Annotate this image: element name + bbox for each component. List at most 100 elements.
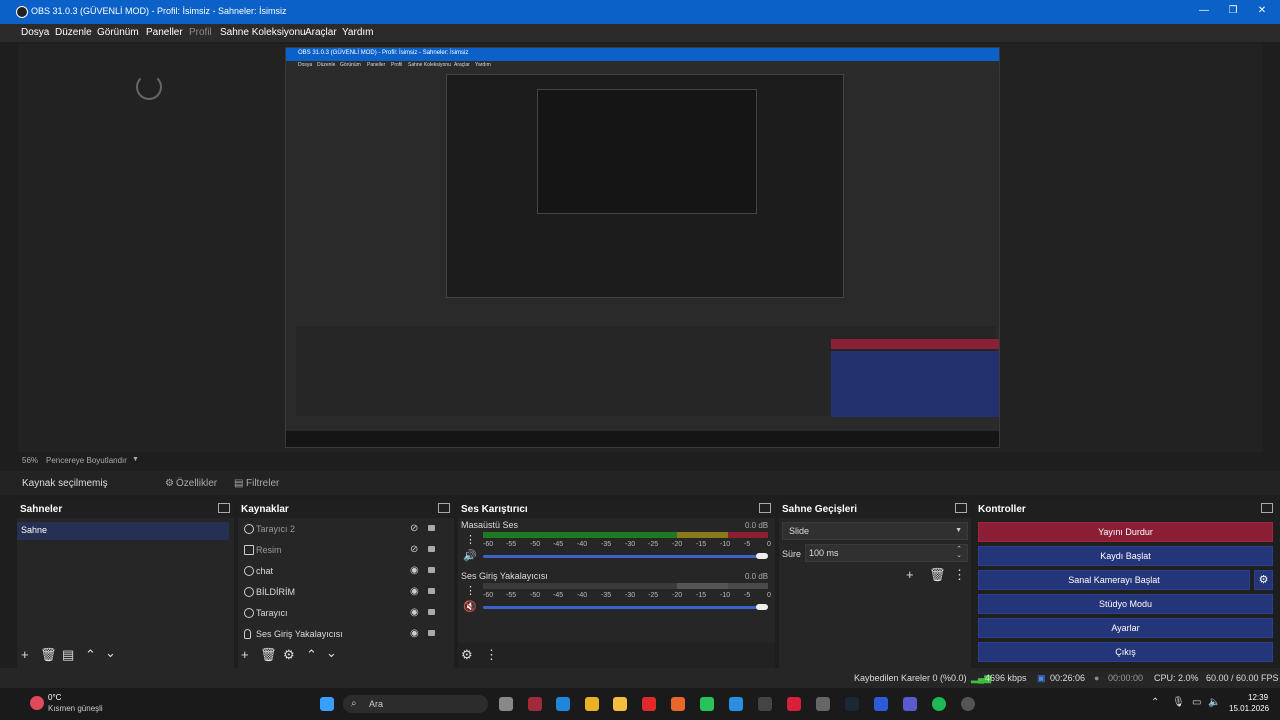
add-icon[interactable]: + (21, 648, 29, 661)
epic-games-icon[interactable] (758, 697, 772, 711)
source-item[interactable]: BİLDİRİM ◉ (242, 583, 445, 604)
lock-icon[interactable] (428, 567, 435, 573)
microphone-icon[interactable]: 🎙 (1172, 697, 1185, 708)
windows-start-icon[interactable] (320, 697, 334, 711)
trash-icon[interactable]: 🗑 (929, 568, 946, 581)
clock-time[interactable]: 12:39 (1248, 693, 1268, 702)
undock-icon[interactable] (1261, 503, 1273, 513)
filter-icon[interactable]: ▤ (62, 648, 74, 661)
chevron-down-icon[interactable]: ⌄ (105, 646, 116, 659)
eye-icon[interactable]: ◉ (410, 628, 419, 639)
volume-slider-handle[interactable] (756, 604, 768, 610)
eye-hidden-icon[interactable]: ⊘ (410, 523, 418, 534)
source-item[interactable]: Ses Giriş Yakalayıcısı ◉ (242, 625, 445, 646)
task-view-icon[interactable] (499, 697, 513, 711)
exit-button[interactable]: Çıkış (978, 642, 1273, 662)
steam-icon[interactable] (845, 697, 859, 711)
app-icon[interactable] (787, 697, 801, 711)
window-title-bar[interactable]: OBS 31.0.3 (GÜVENLİ MOD) - Profil: İsims… (0, 0, 1280, 24)
settings-button[interactable]: Ayarlar (978, 618, 1273, 638)
eye-hidden-icon[interactable]: ⊘ (410, 544, 418, 555)
gear-icon[interactable]: ⚙ (461, 648, 473, 661)
chrome-icon[interactable] (585, 697, 599, 711)
edge-icon[interactable] (556, 697, 570, 711)
chevron-down-icon[interactable]: ⌄ (956, 551, 962, 559)
properties-button[interactable]: Özellikler (176, 478, 217, 489)
zoom-icon[interactable] (874, 697, 888, 711)
kebab-menu-icon[interactable]: ⋮ (465, 585, 476, 598)
add-icon[interactable]: + (906, 568, 914, 581)
filters-button[interactable]: Filtreler (246, 478, 279, 489)
speaker-icon[interactable]: 🔊 (463, 550, 477, 563)
weather-desc[interactable]: Kısmen güneşli (48, 704, 103, 713)
kebab-menu-icon[interactable]: ⋮ (465, 534, 476, 547)
duration-spinbox[interactable]: 100 ms ⌃ ⌄ (805, 544, 968, 562)
scene-item[interactable]: Sahne (17, 522, 229, 540)
undock-icon[interactable] (955, 503, 967, 513)
youtube-icon[interactable] (642, 697, 656, 711)
whatsapp-icon[interactable] (700, 697, 714, 711)
volume-slider[interactable] (483, 555, 768, 558)
lock-icon[interactable] (428, 546, 435, 552)
chevron-up-icon[interactable]: ⌃ (85, 648, 96, 661)
undock-icon[interactable] (438, 503, 450, 513)
obs-icon[interactable] (961, 697, 975, 711)
close-button[interactable]: ✕ (1252, 5, 1272, 16)
weather-temp[interactable]: 0°C (48, 693, 61, 702)
undock-icon[interactable] (218, 503, 230, 513)
virtual-camera-gear-icon[interactable]: ⚙ (1254, 570, 1273, 590)
obs-app-icon[interactable] (528, 697, 542, 711)
eye-icon[interactable]: ◉ (410, 607, 419, 618)
teams-icon[interactable] (903, 697, 917, 711)
menu-profil[interactable]: Profil (189, 27, 212, 38)
app-icon[interactable] (671, 697, 685, 711)
lock-icon[interactable] (428, 588, 435, 594)
kebab-menu-icon[interactable]: ⋮ (953, 568, 966, 581)
volume-icon[interactable]: 🔈 (1208, 697, 1220, 708)
lock-icon[interactable] (428, 630, 435, 636)
menu-paneller[interactable]: Paneller (146, 27, 183, 38)
weather-icon[interactable] (30, 696, 44, 710)
chevron-up-icon[interactable]: ⌃ (1151, 697, 1159, 708)
eye-icon[interactable]: ◉ (410, 565, 419, 576)
stop-streaming-button[interactable]: Yayını Durdur (978, 522, 1273, 542)
transition-select[interactable]: Slide ▼ (782, 522, 968, 540)
start-recording-button[interactable]: Kaydı Başlat (978, 546, 1273, 566)
source-item[interactable]: chat ◉ (242, 562, 445, 583)
clock-date[interactable]: 15.01.2026 (1229, 704, 1269, 713)
file-explorer-icon[interactable] (613, 697, 627, 711)
start-virtual-camera-button[interactable]: Sanal Kamerayı Başlat (978, 570, 1250, 590)
spotify-icon[interactable] (932, 697, 946, 711)
menu-gorunum[interactable]: Görünüm (97, 27, 139, 38)
resize-to-window[interactable]: Pencereye Boyutlandır (46, 456, 127, 465)
menu-dosya[interactable]: Dosya (21, 27, 49, 38)
speaker-muted-icon[interactable]: 🔇 (463, 601, 477, 614)
app-icon[interactable] (729, 697, 743, 711)
menu-sahne-koleksiyonu[interactable]: Sahne Koleksiyonu (220, 27, 306, 38)
volume-slider[interactable] (483, 606, 768, 609)
add-icon[interactable]: + (241, 648, 249, 661)
chevron-up-icon[interactable]: ⌃ (306, 648, 317, 661)
search-box[interactable]: ⌕ Ara (343, 695, 488, 713)
network-icon[interactable]: ▭ (1192, 697, 1201, 708)
trash-icon[interactable]: 🗑 (40, 648, 57, 661)
chevron-down-icon[interactable]: ▼ (132, 456, 139, 463)
volume-slider-handle[interactable] (756, 553, 768, 559)
maximize-button[interactable]: ❐ (1223, 5, 1243, 16)
chevron-down-icon[interactable]: ⌄ (326, 646, 337, 659)
source-item[interactable]: Tarayıcı ◉ (242, 604, 445, 625)
lock-icon[interactable] (428, 609, 435, 615)
menu-yardim[interactable]: Yardım (342, 27, 374, 38)
gear-icon[interactable]: ⚙ (283, 648, 295, 661)
menu-araclar[interactable]: Araçlar (305, 27, 337, 38)
kebab-menu-icon[interactable]: ⋮ (485, 648, 498, 661)
undock-icon[interactable] (759, 503, 771, 513)
eye-icon[interactable]: ◉ (410, 586, 419, 597)
minimize-button[interactable]: — (1194, 5, 1214, 16)
menu-duzenle[interactable]: Düzenle (55, 27, 92, 38)
app-icon[interactable] (816, 697, 830, 711)
trash-icon[interactable]: 🗑 (260, 648, 277, 661)
source-item[interactable]: Resim ⊘ (242, 541, 445, 562)
studio-mode-button[interactable]: Stüdyo Modu (978, 594, 1273, 614)
lock-icon[interactable] (428, 525, 435, 531)
